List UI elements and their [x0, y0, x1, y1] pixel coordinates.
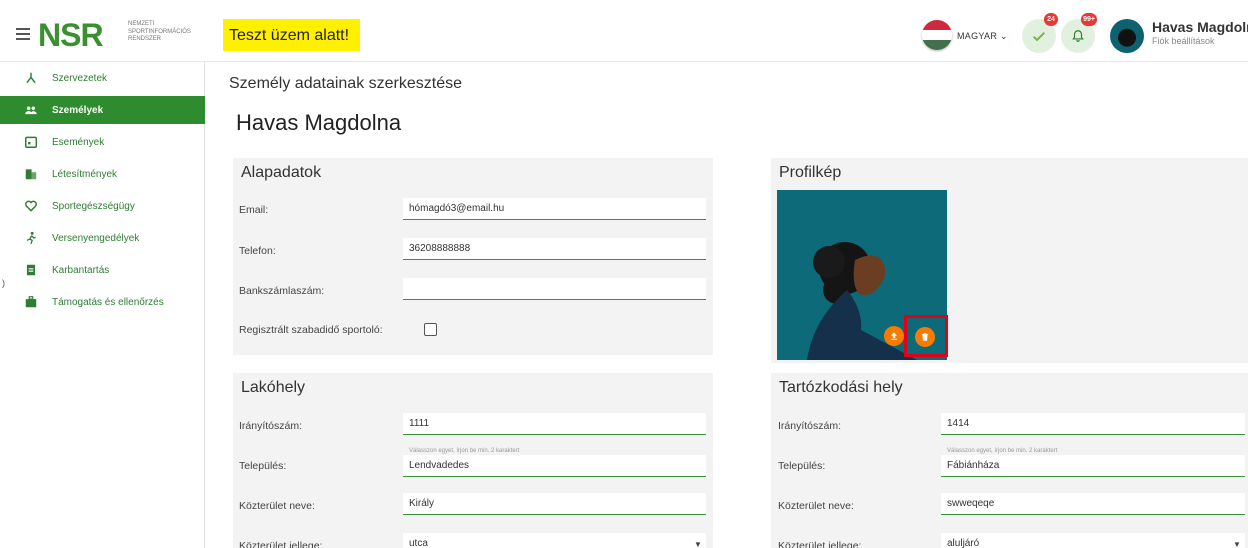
sidebar-item-support[interactable]: Támogatás és ellenőrzés — [0, 288, 205, 316]
upload-photo-button[interactable] — [884, 326, 904, 346]
page-title: Személy adatainak szerkesztése — [229, 75, 462, 92]
logo[interactable]: NSR — [38, 19, 104, 51]
sidebar-item-organizations[interactable]: Szervezetek — [0, 64, 205, 92]
sidebar: Szervezetek Személyek Események Létesítm… — [0, 62, 205, 548]
zip-field[interactable] — [403, 413, 706, 435]
avatar[interactable] — [1110, 19, 1144, 53]
upload-icon — [891, 332, 897, 340]
tasks-badge: 24 — [1044, 13, 1058, 26]
registered-athlete-checkbox[interactable] — [424, 323, 437, 336]
phone-label: Telefon: — [239, 245, 276, 257]
clipboard-icon — [24, 263, 38, 277]
zip-label: Irányítószám: — [239, 420, 303, 432]
organization-icon — [24, 71, 38, 85]
street-type-select[interactable] — [941, 533, 1245, 548]
street-name-label: Közterület neve: — [239, 500, 315, 512]
dropdown-arrow-icon[interactable]: ▼ — [694, 540, 702, 548]
sidebar-item-licenses[interactable]: Versenyengedélyek — [0, 224, 205, 252]
person-name: Havas Magdolna — [236, 110, 402, 135]
street-name-label: Közterület neve: — [778, 500, 854, 512]
tasks-button[interactable]: 24 — [1022, 13, 1058, 53]
notifications-button[interactable]: 99+ — [1061, 13, 1097, 53]
street-type-select[interactable] — [403, 533, 706, 548]
city-field[interactable] — [403, 455, 706, 477]
account-settings-link[interactable]: Fiók beállítások — [1152, 36, 1215, 46]
delete-button-highlight — [904, 315, 948, 357]
notifications-badge: 99+ — [1081, 13, 1097, 26]
panel-title: Tartózkodási hely — [779, 379, 903, 396]
sidebar-item-events[interactable]: Események — [0, 128, 205, 156]
dropdown-arrow-icon[interactable]: ▼ — [1233, 540, 1241, 548]
bell-icon — [1072, 30, 1084, 42]
briefcase-icon — [24, 295, 38, 309]
registered-athlete-label: Regisztrált szabadidő sportoló: — [239, 324, 383, 336]
street-type-label: Közterület jellege: — [778, 540, 862, 548]
sidebar-item-sports-health[interactable]: Sportegészségügy — [0, 192, 205, 220]
city-label: Település: — [778, 460, 826, 472]
check-icon — [1032, 31, 1046, 42]
top-bar: NSR NEMZETI SPORTINFORMÁCIÓS RENDSZER Te… — [0, 8, 1248, 62]
panel-title: Lakóhely — [241, 379, 306, 396]
hungarian-flag-icon[interactable] — [922, 20, 952, 50]
logo-subtitle: NEMZETI SPORTINFORMÁCIÓS RENDSZER — [128, 21, 191, 42]
sidebar-item-facilities[interactable]: Létesítmények — [0, 160, 205, 188]
city-label: Település: — [239, 460, 287, 472]
zip-label: Irányítószám: — [778, 420, 842, 432]
test-mode-banner: Teszt üzem alatt! — [223, 19, 360, 51]
city-hint: Válasszon egyet, írjon be min. 2 karakte… — [409, 448, 520, 454]
language-select[interactable]: MAGYAR ⌄ — [957, 31, 1008, 42]
heart-icon — [24, 199, 38, 213]
user-name[interactable]: Havas Magdolna — [1152, 19, 1248, 35]
street-name-field[interactable] — [403, 493, 706, 515]
phone-field[interactable] — [403, 238, 706, 260]
sidebar-item-persons[interactable]: Személyek — [0, 96, 205, 124]
runner-icon — [24, 231, 38, 245]
people-icon — [24, 103, 38, 117]
menu-icon[interactable] — [16, 28, 30, 40]
email-field[interactable] — [403, 198, 706, 220]
street-name-field[interactable] — [941, 493, 1245, 515]
street-type-label: Közterület jellege: — [239, 540, 323, 548]
sidebar-collapse-icon[interactable]: ) — [2, 278, 5, 288]
bank-account-label: Bankszámlaszám: — [239, 285, 325, 297]
city-hint: Válasszon egyet, írjon be min. 2 karakte… — [947, 448, 1058, 454]
chevron-down-icon: ⌄ — [999, 31, 1008, 41]
zip-field[interactable] — [941, 413, 1245, 435]
calendar-icon — [24, 135, 38, 149]
email-label: Email: — [239, 204, 269, 216]
building-icon — [24, 167, 38, 181]
city-field[interactable] — [941, 455, 1245, 477]
panel-title: Profilkép — [779, 164, 842, 181]
sidebar-item-maintenance[interactable]: Karbantartás — [0, 256, 205, 284]
panel-title: Alapadatok — [241, 164, 322, 181]
bank-account-field[interactable] — [403, 278, 706, 300]
